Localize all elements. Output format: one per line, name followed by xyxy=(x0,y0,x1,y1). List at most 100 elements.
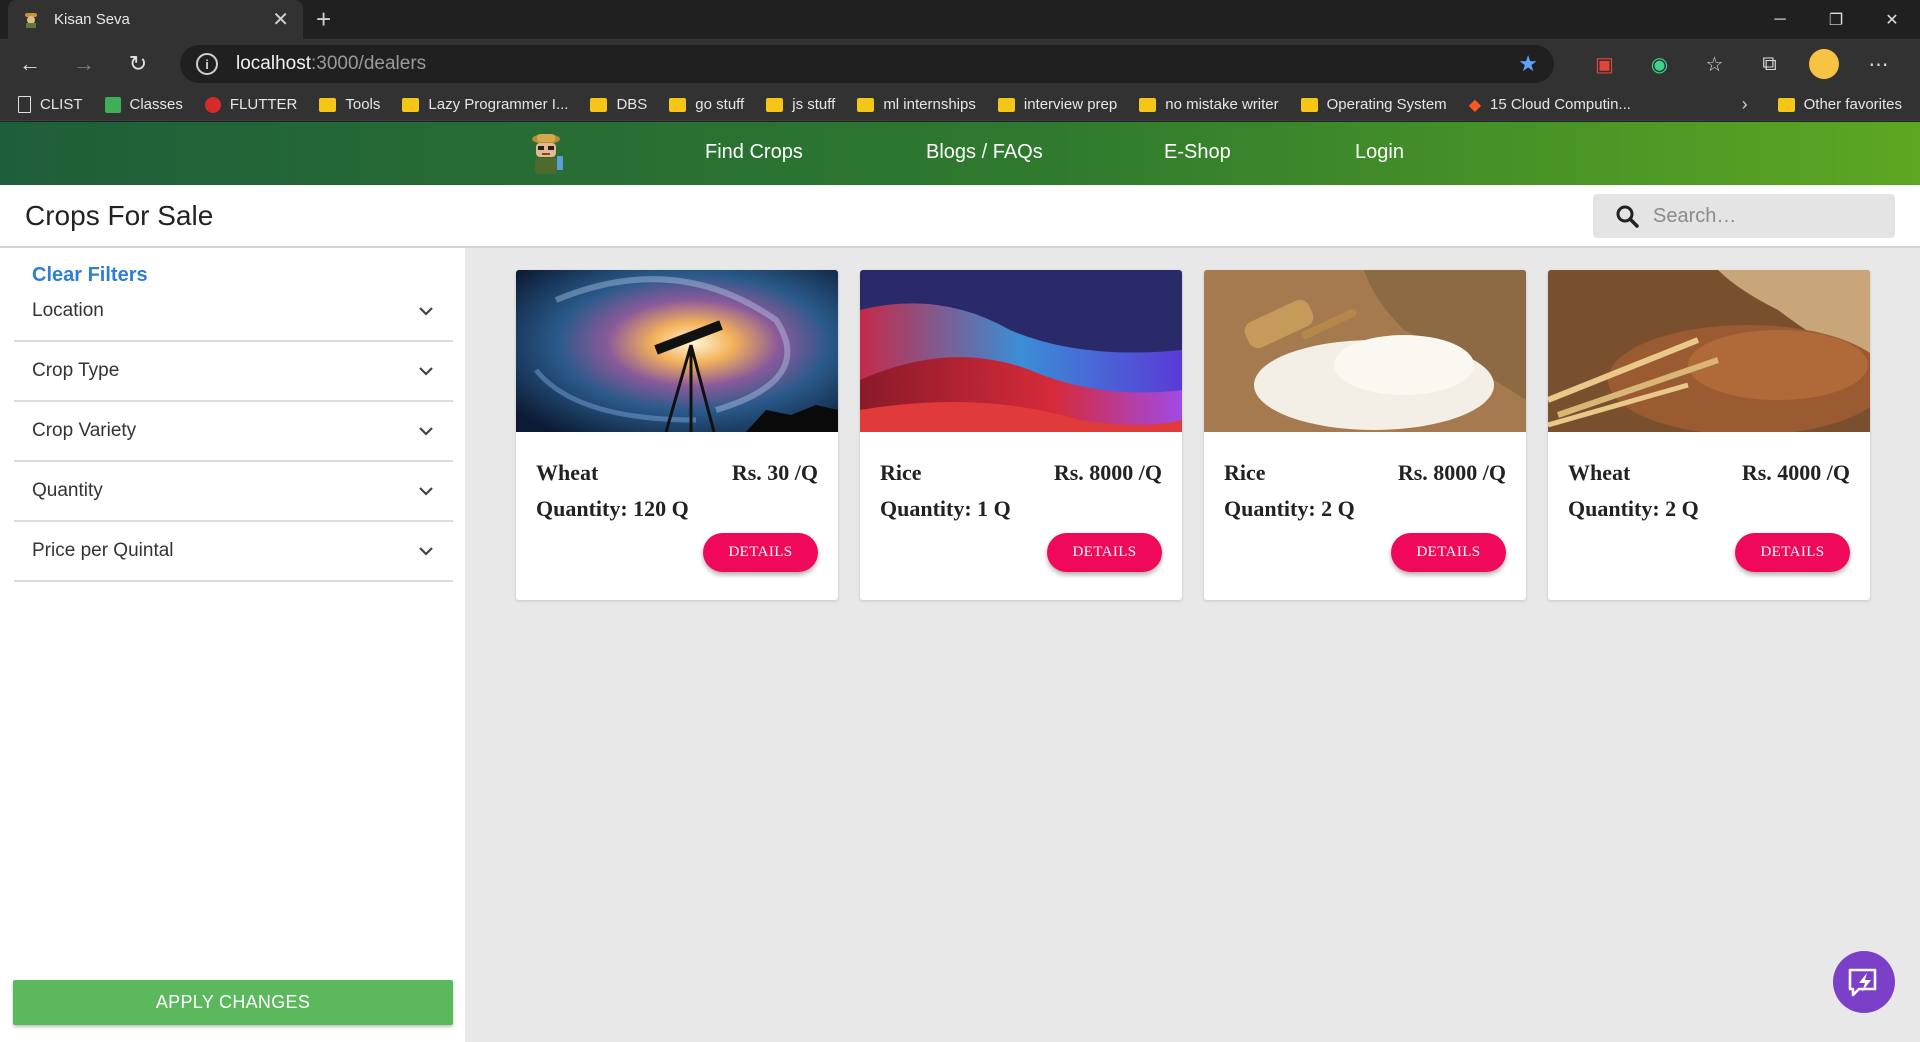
filter-price-per-quintal[interactable]: Price per Quintal xyxy=(14,522,453,582)
chevron-down-icon xyxy=(419,367,433,376)
card-title-row: Wheat Rs. 30 /Q xyxy=(536,460,818,486)
bookmark-js-stuff[interactable]: js stuff xyxy=(766,96,835,113)
window-close-icon[interactable]: ✕ xyxy=(1864,0,1920,39)
bookmark-cloud-computing[interactable]: ◆ 15 Cloud Computin... xyxy=(1469,95,1631,115)
page-title: Crops For Sale xyxy=(25,200,214,231)
bookmark-clist[interactable]: CLIST xyxy=(18,96,83,113)
apply-changes-button[interactable]: APPLY CHANGES xyxy=(13,980,453,1025)
folder-icon xyxy=(319,97,337,112)
more-menu-icon[interactable]: ⋯ xyxy=(1851,52,1906,77)
refresh-icon[interactable]: ↻ xyxy=(118,44,158,84)
bookmark-other-favorites[interactable]: Other favorites xyxy=(1777,96,1902,113)
chat-lightning-icon xyxy=(1848,968,1877,997)
folder-icon xyxy=(997,97,1015,112)
bookmark-lazy-programmer[interactable]: Lazy Programmer I... xyxy=(402,96,568,113)
crop-quantity: Quantity: 1 Q xyxy=(880,496,1011,521)
details-button[interactable]: DETAILS xyxy=(1391,533,1506,572)
new-tab-button[interactable]: + xyxy=(316,4,331,34)
bookmark-no-mistake-writer[interactable]: no mistake writer xyxy=(1139,96,1279,113)
farmer-favicon-icon xyxy=(25,12,37,28)
bookmark-tools[interactable]: Tools xyxy=(319,96,380,113)
back-icon[interactable]: ← xyxy=(10,44,50,84)
filter-quantity[interactable]: Quantity xyxy=(14,462,453,522)
search-input[interactable] xyxy=(1653,204,1873,228)
browser-titlebar: Kisan Seva ✕ + ─ ❐ ✕ xyxy=(0,0,1920,39)
folder-icon xyxy=(402,97,420,112)
bookmark-classes[interactable]: Classes xyxy=(104,96,183,113)
crop-quantity: Quantity: 120 Q xyxy=(536,496,689,521)
profile-avatar[interactable] xyxy=(1809,49,1839,79)
crop-quantity: Quantity: 2 Q xyxy=(1568,496,1699,521)
filter-label: Crop Type xyxy=(32,360,120,381)
filter-sidebar: Clear Filters Location Crop Type Crop Va… xyxy=(0,248,465,1042)
crop-price: Rs. 8000 /Q xyxy=(1397,460,1506,485)
bookmarks-overflow-icon[interactable]: › xyxy=(1742,94,1748,115)
forward-icon[interactable]: → xyxy=(64,44,104,84)
chevron-down-icon xyxy=(419,307,433,316)
folder-icon xyxy=(857,97,875,112)
address-bar[interactable]: i localhost:3000/dealers ★ xyxy=(180,45,1554,83)
restore-icon[interactable]: ❐ xyxy=(1808,0,1864,39)
folder-icon xyxy=(766,97,784,112)
filter-crop-type[interactable]: Crop Type xyxy=(14,342,453,402)
card-title-row: Wheat Rs. 4000 /Q xyxy=(1568,460,1850,486)
app-root: Find Crops Blogs / FAQs E-Shop Login Cro… xyxy=(0,122,1920,1042)
filter-label: Location xyxy=(32,300,104,321)
crop-name: Rice xyxy=(880,460,922,485)
wheat-grain-image xyxy=(1548,270,1870,435)
card-title-row: Rice Rs. 8000 /Q xyxy=(880,460,1162,486)
chevron-down-icon xyxy=(419,487,433,496)
crop-quantity: Quantity: 2 Q xyxy=(1224,496,1355,521)
tab-title: Kisan Seva xyxy=(54,11,130,28)
filter-location[interactable]: Location xyxy=(14,282,453,342)
filter-label: Quantity xyxy=(32,480,103,501)
bookmark-flutter[interactable]: FLUTTER xyxy=(204,96,297,113)
window-controls: ─ ❐ ✕ xyxy=(1752,0,1920,39)
nav-e-shop[interactable]: E-Shop xyxy=(1164,141,1231,164)
chat-widget-button[interactable] xyxy=(1833,951,1895,1013)
filter-label: Crop Variety xyxy=(32,420,137,441)
farmer-logo-icon[interactable] xyxy=(526,130,570,176)
nav-login[interactable]: Login xyxy=(1355,141,1404,164)
tab-close-icon[interactable]: ✕ xyxy=(272,10,289,30)
nav-find-crops[interactable]: Find Crops xyxy=(705,141,803,164)
bookmark-dbs[interactable]: DBS xyxy=(590,96,647,113)
details-button[interactable]: DETAILS xyxy=(1047,533,1162,572)
favorites-list-icon[interactable]: ☆ xyxy=(1687,52,1742,77)
crop-price: Rs. 4000 /Q xyxy=(1741,460,1850,485)
search-box[interactable] xyxy=(1593,194,1895,238)
bookmarks-bar: CLIST Classes FLUTTER Tools Lazy Program… xyxy=(0,89,1920,121)
details-button[interactable]: DETAILS xyxy=(1735,533,1850,572)
favorite-star-icon[interactable]: ★ xyxy=(1518,51,1538,77)
details-button[interactable]: DETAILS xyxy=(703,533,818,572)
collections-icon[interactable]: ⧉ xyxy=(1742,53,1797,76)
site-info-icon[interactable]: i xyxy=(196,53,218,75)
chevron-down-icon xyxy=(419,547,433,556)
minimize-icon[interactable]: ─ xyxy=(1752,0,1808,39)
folder-icon xyxy=(1139,97,1157,112)
search-icon xyxy=(1616,205,1639,228)
folder-icon xyxy=(669,97,687,112)
crop-name: Wheat xyxy=(1568,460,1631,485)
crop-card: Wheat Rs. 30 /Q Quantity: 120 Q DETAILS xyxy=(516,270,838,600)
url-host: localhost xyxy=(236,53,311,74)
extension-red-icon[interactable]: ▣ xyxy=(1577,52,1632,77)
page-header: Crops For Sale xyxy=(0,185,1920,248)
flutter-icon xyxy=(204,96,221,113)
classes-icon xyxy=(104,96,121,113)
bookmark-go-stuff[interactable]: go stuff xyxy=(669,96,744,113)
crop-card: Rice Rs. 8000 /Q Quantity: 2 Q DETAILS xyxy=(1204,270,1526,600)
browser-tab[interactable]: Kisan Seva ✕ xyxy=(8,0,303,39)
filter-crop-variety[interactable]: Crop Variety xyxy=(14,402,453,462)
extension-green-icon[interactable]: ◉ xyxy=(1632,52,1687,77)
card-title-row: Rice Rs. 8000 /Q xyxy=(1224,460,1506,486)
crop-price: Rs. 8000 /Q xyxy=(1053,460,1162,485)
bookmark-operating-system[interactable]: Operating System xyxy=(1300,96,1447,113)
folder-icon xyxy=(1300,97,1318,112)
bookmark-interview-prep[interactable]: interview prep xyxy=(997,96,1117,113)
browser-toolbar: ← → ↻ i localhost:3000/dealers ★ ▣ ◉ ☆ ⧉… xyxy=(0,39,1920,89)
nav-blogs-faqs[interactable]: Blogs / FAQs xyxy=(926,141,1043,164)
bookmark-ml-internships[interactable]: ml internships xyxy=(857,96,976,113)
crop-name: Wheat xyxy=(536,460,599,485)
abstract-waves-image xyxy=(860,270,1182,432)
